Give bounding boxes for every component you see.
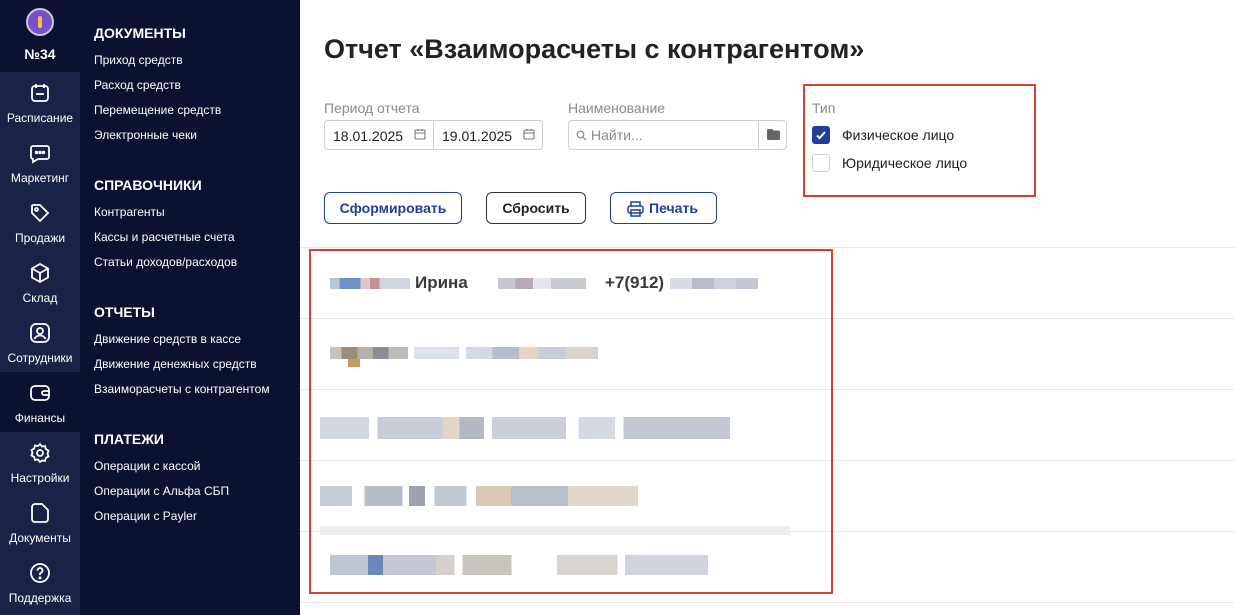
period-picker: 18.01.2025 19.01.2025: [324, 120, 543, 150]
type-label: Тип: [812, 100, 836, 116]
menu-link-receipts[interactable]: Электронные чеки: [94, 128, 197, 142]
nav-documents[interactable]: Документы: [0, 492, 80, 552]
search-input[interactable]: [591, 126, 751, 144]
menu-link-articles[interactable]: Статьи доходов/расходов: [94, 255, 237, 269]
date-from[interactable]: 18.01.2025: [333, 128, 403, 144]
chat-icon: [30, 145, 50, 164]
contact-name: Ирина: [415, 273, 468, 292]
print-button[interactable]: Печать: [610, 192, 717, 224]
section-menu: ДОКУМЕНТЫ Приход средств Расход средств …: [80, 0, 300, 615]
checkbox-individual-label: Физическое лицо: [842, 127, 955, 143]
help-icon: [30, 563, 50, 583]
menu-heading-documents: ДОКУМЕНТЫ: [94, 25, 186, 41]
nav-sales[interactable]: Продажи: [0, 192, 80, 252]
generate-button[interactable]: Сформировать: [324, 192, 462, 224]
menu-heading-reports: ОТЧЕТЫ: [94, 304, 155, 320]
name-label: Наименование: [568, 100, 666, 116]
blurred-text: [466, 347, 598, 359]
blurred-text: [330, 347, 408, 359]
separator-band: [320, 526, 790, 535]
document-icon: [31, 503, 49, 523]
divider: [300, 247, 1235, 248]
printer-icon: [627, 201, 644, 217]
search-icon: [576, 130, 587, 141]
blurred-text: [320, 486, 638, 506]
nav-schedule[interactable]: Расписание: [0, 72, 80, 132]
blurred-text: [348, 359, 360, 367]
blurred-text: [330, 278, 410, 289]
divider: [300, 602, 1235, 603]
folder-icon: [767, 129, 780, 140]
menu-link-cash-flow[interactable]: Движение средств в кассе: [94, 332, 241, 346]
nav-marketing[interactable]: Маркетинг: [0, 132, 80, 192]
checkbox-legal-entity[interactable]: [812, 154, 830, 172]
nav-warehouse[interactable]: Склад: [0, 252, 80, 312]
blurred-text: [320, 417, 730, 439]
page-title: Отчет «Взаиморасчеты с контрагентом»: [324, 34, 865, 64]
menu-link-payler[interactable]: Операции с Payler: [94, 509, 197, 523]
folder-button[interactable]: [758, 121, 787, 149]
calendar-icon[interactable]: [523, 128, 535, 140]
name-search: [568, 120, 787, 150]
checkmark-icon: [816, 131, 826, 140]
avatar: [26, 8, 54, 36]
nav-support[interactable]: Поддержка: [0, 552, 80, 612]
menu-link-cash-accounts[interactable]: Кассы и расчетные счета: [94, 230, 235, 244]
nav-finance[interactable]: Финансы: [0, 372, 80, 432]
date-to[interactable]: 19.01.2025: [442, 128, 512, 144]
club-number: №34: [24, 46, 56, 62]
menu-link-counterparties[interactable]: Контрагенты: [94, 205, 165, 219]
print-button-label: Печать: [649, 200, 698, 216]
club-logo[interactable]: №34: [0, 0, 80, 72]
date-divider: [433, 121, 434, 149]
period-label: Период отчета: [324, 100, 420, 116]
menu-link-cash-operations[interactable]: Операции с кассой: [94, 459, 201, 473]
box-icon: [31, 262, 49, 284]
contact-phone: +7(912): [605, 273, 665, 292]
calendar-icon[interactable]: [414, 128, 426, 140]
menu-link-money-flow[interactable]: Движение денежных средств: [94, 357, 257, 371]
tag-icon: [31, 204, 50, 223]
gear-icon: [30, 442, 50, 464]
menu-heading-payments: ПЛАТЕЖИ: [94, 431, 164, 447]
menu-link-alfa-sbp[interactable]: Операции с Альфа СБП: [94, 484, 229, 498]
blurred-text: [414, 347, 459, 359]
checkbox-individual[interactable]: [812, 126, 830, 144]
blurred-text: [330, 555, 708, 575]
icon-rail: №34 Расписание Маркетинг Продажи Склад С…: [0, 0, 80, 615]
checkbox-legal-entity-label: Юридическое лицо: [842, 155, 968, 171]
blurred-text: [498, 278, 586, 289]
nav-employees[interactable]: Сотрудники: [0, 312, 80, 372]
wallet-icon: [30, 385, 50, 401]
person-icon: [30, 323, 50, 343]
calendar-icon: [31, 84, 49, 102]
menu-link-transfer[interactable]: Перемещение средств: [94, 103, 221, 117]
blurred-text: [670, 278, 758, 289]
nav-settings[interactable]: Настройки: [0, 432, 80, 492]
reset-button[interactable]: Сбросить: [486, 192, 586, 224]
menu-heading-directories: СПРАВОЧНИКИ: [94, 177, 202, 193]
menu-link-expense[interactable]: Расход средств: [94, 78, 181, 92]
menu-link-income[interactable]: Приход средств: [94, 53, 183, 67]
menu-link-settlements[interactable]: Взаиморасчеты с контрагентом: [94, 382, 270, 396]
